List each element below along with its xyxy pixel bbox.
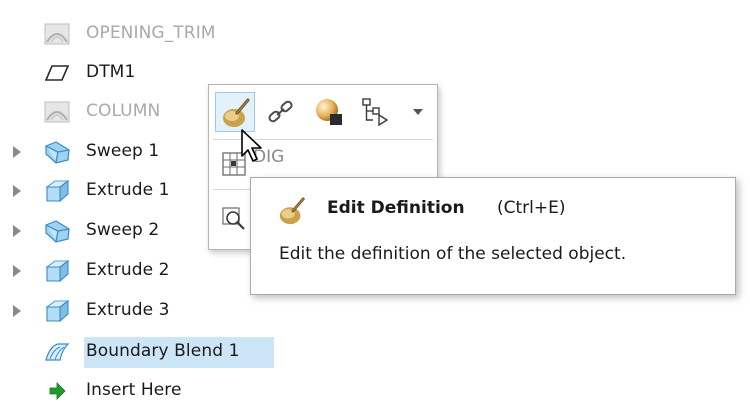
edit-references-icon (268, 100, 293, 123)
edit-definition-button[interactable] (215, 92, 255, 132)
tree-item-label: OPENING_TRIM (86, 23, 216, 43)
extrude-icon (45, 299, 70, 323)
edit-definition-tooltip: Edit Definition (Ctrl+E) Edit the defini… (250, 177, 736, 295)
tree-item-label: Extrude 1 (86, 180, 170, 200)
tooltip-description: Edit the definition of the selected obje… (279, 244, 627, 264)
tree-item-label: Extrude 3 (86, 300, 170, 320)
tree-item-label: Insert Here (86, 380, 182, 400)
extrude-icon (45, 179, 70, 203)
insert-arrow-icon (49, 382, 66, 400)
tooltip-title: Edit Definition (327, 198, 465, 218)
appearance-icon (316, 99, 342, 125)
expand-arrow-icon[interactable] (13, 225, 21, 237)
tree-item-label: DTM1 (86, 62, 136, 82)
expand-arrow-icon[interactable] (13, 265, 21, 277)
mouse-cursor-icon (241, 129, 262, 162)
tooltip-shortcut: (Ctrl+E) (497, 198, 566, 218)
tree-item-opening-trim[interactable]: OPENING_TRIM (0, 14, 420, 54)
tree-item-insert-here[interactable]: Insert Here (0, 371, 420, 411)
expand-arrow-icon[interactable] (13, 305, 21, 317)
tree-item-extrude-3[interactable]: Extrude 3 (0, 291, 420, 331)
boundary-blend-icon (45, 343, 70, 361)
hierarchy-icon (362, 98, 389, 127)
hierarchy-button[interactable] (355, 92, 395, 132)
sweep-icon (45, 141, 70, 164)
tree-item-label: Boundary Blend 1 (86, 341, 240, 361)
surface-trim-icon (44, 101, 70, 123)
expand-arrow-icon[interactable] (13, 185, 21, 197)
tree-item-label: Extrude 2 (86, 260, 170, 280)
tree-item-label: COLUMN (86, 101, 161, 121)
edit-definition-icon (279, 197, 305, 225)
expand-arrow-icon[interactable] (13, 146, 21, 158)
datum-plane-icon (44, 65, 70, 81)
extrude-icon (45, 259, 70, 283)
tree-item-label: Sweep 1 (86, 141, 160, 161)
tree-item-label: Sweep 2 (86, 220, 160, 240)
edit-definition-icon (223, 98, 250, 127)
chevron-down-icon[interactable] (412, 108, 424, 116)
sweep-icon (45, 220, 70, 243)
edit-references-button[interactable] (261, 92, 301, 132)
search-icon[interactable] (221, 205, 247, 231)
tree-item-boundary-blend-1[interactable]: Boundary Blend 1 (0, 332, 420, 372)
appearance-button[interactable] (309, 92, 349, 132)
surface-trim-icon (44, 23, 70, 45)
